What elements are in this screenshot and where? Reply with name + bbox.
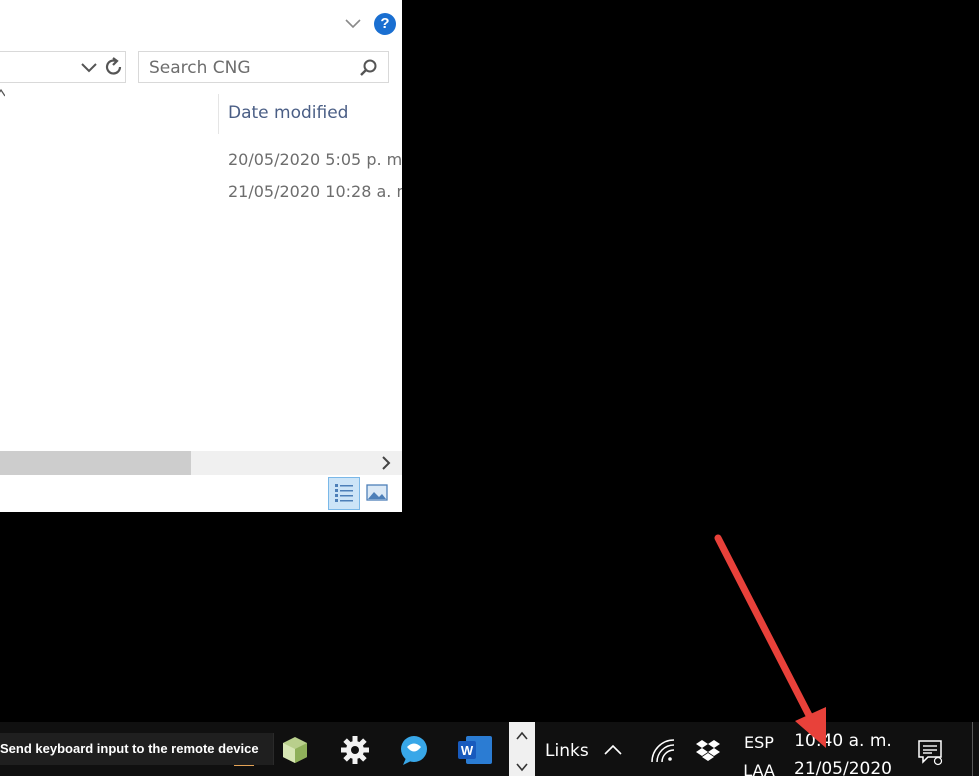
file-explorer-window: ? Search CNG Date modified 20/05/2020 5:… [0,0,402,512]
scroll-right-arrow-icon[interactable] [378,455,394,471]
expand-ribbon-chevron-icon[interactable] [342,12,364,34]
file-row-date[interactable]: 20/05/2020 5:05 p. m. [228,150,402,169]
file-row-date[interactable]: 21/05/2020 10:28 a. m. [228,182,402,201]
language-code: ESP [744,733,774,752]
svg-text:W: W [461,743,474,758]
links-toolbar-scroller[interactable] [509,722,535,776]
show-hidden-icons-chevron-up-icon[interactable] [599,736,627,764]
dropbox-icon[interactable] [694,736,722,764]
show-desktop-button[interactable] [972,722,973,776]
address-dropdown-chevron-icon[interactable] [79,57,99,77]
scrollbar-thumb[interactable] [0,451,191,475]
help-button[interactable]: ? [374,13,396,35]
chat-app-icon[interactable] [398,734,430,766]
horizontal-scrollbar[interactable] [0,451,402,475]
large-icons-view-button[interactable] [365,482,389,504]
sort-indicator-icon [0,86,6,98]
column-separator[interactable] [218,94,219,134]
search-input[interactable]: Search CNG [149,58,251,78]
search-box[interactable]: Search CNG [138,51,389,83]
search-icon[interactable] [358,58,378,78]
refresh-icon[interactable] [103,55,125,79]
action-center-notification-icon[interactable] [916,738,944,766]
details-view-button[interactable] [328,477,360,510]
wifi-icon[interactable] [648,736,676,764]
clock-time: 10:40 a. m. [794,731,892,751]
column-header-date-modified[interactable]: Date modified [228,103,348,123]
input-language-indicator[interactable]: ESP LAA [743,729,775,776]
box-app-icon[interactable] [279,734,311,766]
taskbar-clock[interactable]: 10:40 a. m. 21/05/2020 [791,727,895,776]
clock-date: 21/05/2020 [794,759,892,776]
links-toolbar-label[interactable]: Links [545,741,589,761]
remote-keyboard-tooltip: Send keyboard input to the remote device [0,733,274,765]
keyboard-layout-code: LAA [743,761,775,776]
word-icon[interactable]: W [458,734,492,766]
settings-icon[interactable] [339,734,371,766]
